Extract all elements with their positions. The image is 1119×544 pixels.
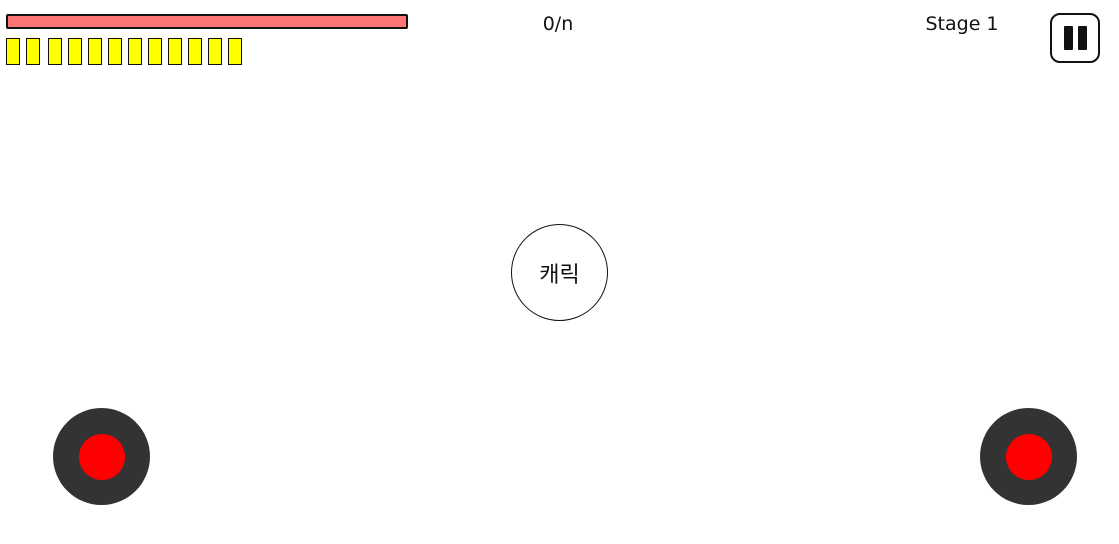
ammo-cell (26, 38, 40, 65)
score-counter: 0/n (542, 13, 574, 35)
ammo-cell (228, 38, 242, 65)
left-joystick-knob[interactable] (78, 433, 125, 480)
pause-icon (1063, 26, 1073, 50)
game-screen: 0/n Stage 1 캐릭 (0, 0, 1119, 544)
right-joystick-knob[interactable] (1005, 433, 1052, 480)
ammo-group (6, 38, 40, 66)
ammo-cell (68, 38, 82, 65)
ammo-cell (168, 38, 182, 65)
ammo-cell (6, 38, 20, 65)
ammo-indicator (6, 38, 242, 66)
ammo-cell (208, 38, 222, 65)
player-character: 캐릭 (511, 224, 608, 321)
right-joystick[interactable] (980, 408, 1077, 505)
left-joystick[interactable] (53, 408, 150, 505)
stage-label: Stage 1 (925, 13, 999, 35)
pause-icon (1077, 26, 1087, 50)
ammo-cell (188, 38, 202, 65)
ammo-cell (148, 38, 162, 65)
pause-button[interactable] (1050, 13, 1100, 63)
ammo-cell (88, 38, 102, 65)
health-bar-fill (8, 16, 406, 27)
ammo-cell (128, 38, 142, 65)
ammo-group (48, 38, 242, 66)
ammo-cell (48, 38, 62, 65)
health-bar (6, 14, 408, 29)
ammo-cell (108, 38, 122, 65)
